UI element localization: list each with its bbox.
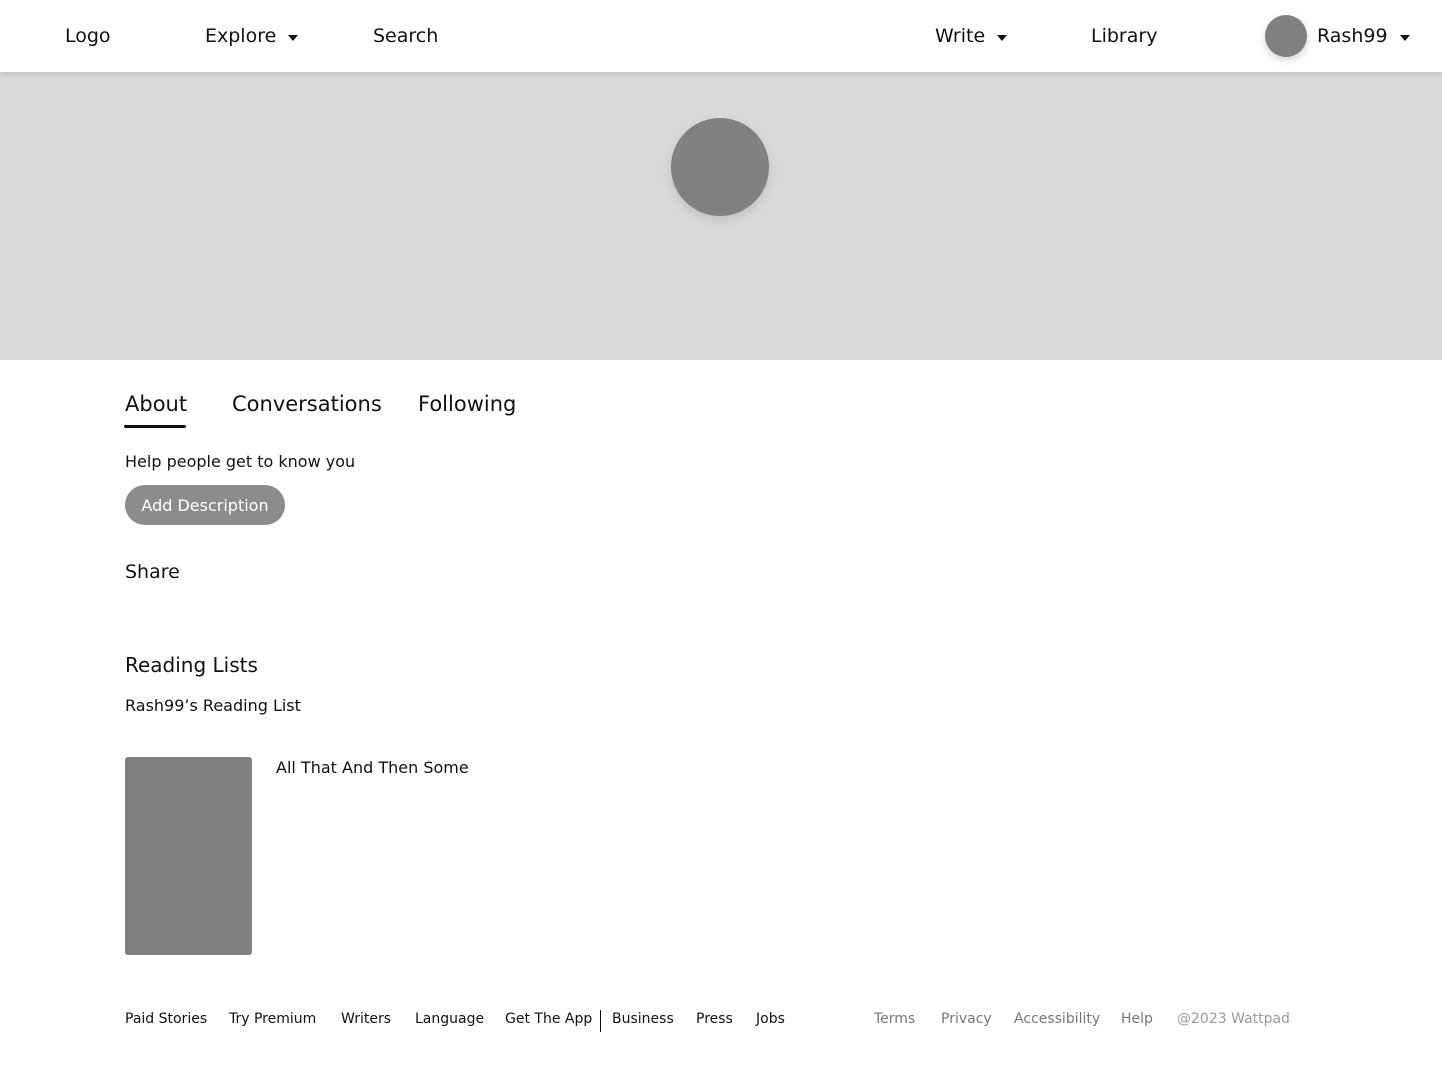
footer-link-paid-stories[interactable]: Paid Stories: [125, 1011, 207, 1027]
explore-label: Explore: [205, 25, 277, 47]
add-description-button[interactable]: Add Description: [125, 485, 285, 525]
chevron-down-icon: [1399, 34, 1410, 41]
explore-menu[interactable]: Explore: [205, 0, 299, 72]
profile-page: Logo Explore Search Write Library Rash99…: [0, 0, 1442, 1070]
write-menu[interactable]: Write: [935, 0, 1008, 72]
copyright: @2023 Wattpad: [1177, 1011, 1290, 1027]
share-link[interactable]: Share: [125, 561, 180, 583]
footer-link-writers[interactable]: Writers: [341, 1011, 391, 1027]
username-label: Rash99: [1317, 25, 1388, 47]
avatar: [1265, 15, 1307, 57]
footer-link-press[interactable]: Press: [696, 1011, 733, 1027]
profile-banner: [0, 72, 1442, 360]
chevron-down-icon: [288, 34, 299, 41]
library-link[interactable]: Library: [1091, 0, 1157, 72]
footer-link-language[interactable]: Language: [415, 1011, 484, 1027]
book-cover[interactable]: [125, 757, 252, 955]
logo-label: Logo: [65, 25, 111, 47]
search-label: Search: [373, 25, 439, 47]
tab-conversations[interactable]: Conversations: [232, 392, 382, 416]
active-tab-indicator: [124, 425, 186, 428]
footer-link-get-the-app[interactable]: Get The App: [505, 1011, 592, 1027]
tab-about[interactable]: About: [125, 392, 187, 416]
footer-link-jobs[interactable]: Jobs: [756, 1011, 785, 1027]
write-label: Write: [935, 25, 986, 47]
user-menu[interactable]: Rash99: [1265, 0, 1410, 72]
library-label: Library: [1091, 25, 1158, 47]
tab-following[interactable]: Following: [418, 392, 516, 416]
top-navigation: Logo Explore Search Write Library Rash99: [0, 0, 1442, 72]
footer-link-business[interactable]: Business: [612, 1011, 674, 1027]
search-link[interactable]: Search: [373, 0, 438, 72]
description-prompt: Help people get to know you: [125, 452, 356, 471]
reading-lists-heading: Reading Lists: [125, 653, 258, 677]
chevron-down-icon: [997, 34, 1008, 41]
footer-link-privacy[interactable]: Privacy: [941, 1011, 992, 1027]
book-title[interactable]: All That And Then Some: [276, 758, 469, 777]
footer-link-accessibility[interactable]: Accessibility: [1014, 1011, 1100, 1027]
footer-divider: [600, 1010, 601, 1032]
footer-link-help[interactable]: Help: [1121, 1011, 1153, 1027]
footer-link-try-premium[interactable]: Try Premium: [229, 1011, 316, 1027]
footer-link-terms[interactable]: Terms: [874, 1011, 915, 1027]
profile-avatar[interactable]: [671, 118, 769, 216]
logo[interactable]: Logo: [65, 0, 111, 72]
reading-list-name[interactable]: Rash99’s Reading List: [125, 696, 301, 715]
